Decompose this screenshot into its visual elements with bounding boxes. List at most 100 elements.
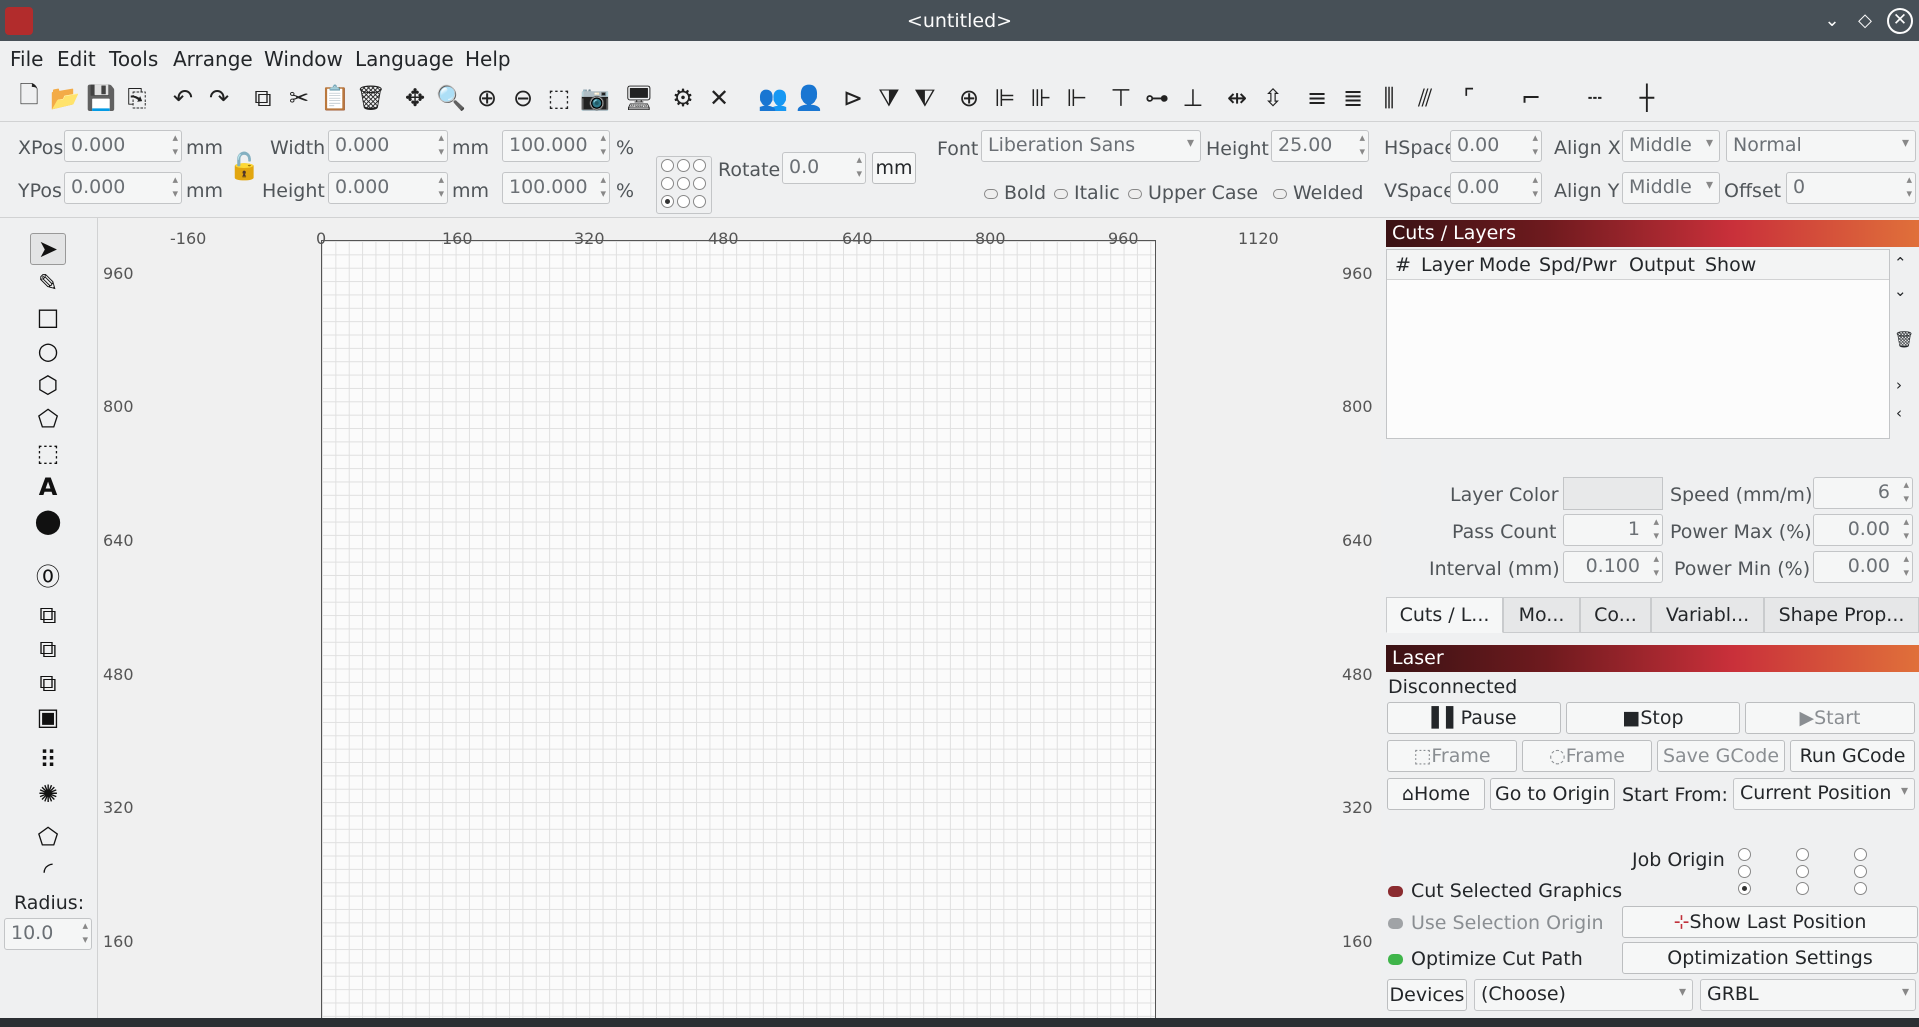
group-icon[interactable]: 👥 bbox=[756, 81, 790, 115]
save-icon[interactable]: 💾 bbox=[84, 81, 118, 115]
node-edit-icon[interactable]: ⬠ bbox=[30, 821, 66, 853]
use-selection-origin-toggle[interactable]: Use Selection Origin bbox=[1388, 912, 1604, 934]
upper-case-toggle[interactable]: Upper Case bbox=[1128, 182, 1258, 204]
dist-v3-icon[interactable]: ⫻ bbox=[1408, 81, 1442, 115]
width-input[interactable]: 0.000 bbox=[328, 130, 448, 162]
save-gcode-button[interactable]: Save GCode bbox=[1657, 740, 1785, 772]
rectangle-icon[interactable]: □ bbox=[30, 301, 66, 333]
export-icon[interactable]: ⎘ bbox=[120, 81, 154, 115]
scale-width-input[interactable]: 100.000 bbox=[502, 130, 610, 162]
alignx-select[interactable]: Middle bbox=[1622, 130, 1720, 162]
power-max-input[interactable]: 0.00 bbox=[1813, 514, 1913, 546]
move-layer-down-icon[interactable]: ⌄ bbox=[1894, 282, 1907, 300]
align-left-icon[interactable]: ⊫ bbox=[988, 81, 1022, 115]
pentagon-icon[interactable]: ⬠ bbox=[30, 403, 66, 435]
lock-icon[interactable]: 🔓 bbox=[228, 152, 260, 182]
bold-toggle[interactable]: Bold bbox=[984, 182, 1046, 204]
home-button[interactable]: ⌂Home bbox=[1387, 778, 1485, 810]
start-button[interactable]: ▶Start bbox=[1745, 702, 1915, 734]
offset-icon[interactable]: ⓪ bbox=[30, 558, 66, 591]
collapse-left-icon[interactable]: ‹ bbox=[1896, 404, 1902, 422]
camera-icon[interactable]: 📷 bbox=[578, 81, 612, 115]
zoom-out-icon[interactable]: ⊖ bbox=[506, 81, 540, 115]
menu-arrange[interactable]: Arrange bbox=[173, 47, 253, 71]
frame-circle-button[interactable]: ◌Frame bbox=[1522, 740, 1652, 772]
xpos-input[interactable]: 0.000 bbox=[64, 130, 182, 162]
position-marker-icon[interactable]: ⬤ bbox=[30, 505, 66, 537]
tab-shape-properties[interactable]: Shape Prop... bbox=[1764, 597, 1919, 633]
show-last-position-button[interactable]: ⊹Show Last Position bbox=[1622, 906, 1918, 938]
text-style-select[interactable]: Normal bbox=[1726, 130, 1916, 162]
ypos-input[interactable]: 0.000 bbox=[64, 172, 182, 204]
rotate-unit-button[interactable]: mm bbox=[872, 152, 916, 184]
menu-file[interactable]: File bbox=[10, 47, 43, 71]
select-arrow-icon[interactable]: ➤ bbox=[30, 233, 66, 265]
frame-icon[interactable]: ⬚ bbox=[30, 437, 66, 469]
menu-help[interactable]: Help bbox=[465, 47, 511, 71]
expand-right-icon[interactable]: › bbox=[1896, 376, 1902, 394]
boolean-diff-icon[interactable]: ⧉ bbox=[30, 633, 66, 665]
device-select[interactable]: (Choose) bbox=[1474, 979, 1693, 1011]
corner-round-icon[interactable]: ◜ bbox=[30, 855, 66, 887]
new-file-icon[interactable]: 🗋 bbox=[12, 81, 46, 115]
corner-icon[interactable]: ⌜ bbox=[1452, 81, 1486, 115]
font-select[interactable]: Liberation Sans bbox=[981, 130, 1201, 162]
optimization-settings-button[interactable]: Optimization Settings bbox=[1622, 942, 1918, 974]
italic-toggle[interactable]: Italic bbox=[1054, 182, 1120, 204]
dist-h2-icon[interactable]: ≡ bbox=[1300, 81, 1334, 115]
delete-icon[interactable]: 🗑 bbox=[354, 81, 388, 115]
run-gcode-button[interactable]: Run GCode bbox=[1790, 740, 1915, 772]
layer-color-swatch[interactable] bbox=[1563, 477, 1663, 510]
menu-language[interactable]: Language bbox=[355, 47, 454, 71]
menu-tools[interactable]: Tools bbox=[109, 47, 158, 71]
align-bottom-icon[interactable]: ⊥ bbox=[1176, 81, 1210, 115]
settings-icon[interactable]: ⚙ bbox=[666, 81, 700, 115]
minimize-icon[interactable]: ⌄ bbox=[1819, 8, 1845, 34]
work-area-grid[interactable] bbox=[321, 240, 1156, 1018]
text-icon[interactable]: A bbox=[30, 471, 66, 503]
dist-v2-icon[interactable]: ≣ bbox=[1336, 81, 1370, 115]
anchor-grid[interactable] bbox=[656, 156, 712, 214]
devices-button[interactable]: Devices bbox=[1387, 979, 1467, 1011]
boolean-union-icon[interactable]: ⧉ bbox=[30, 599, 66, 631]
cut-selected-graphics-toggle[interactable]: Cut Selected Graphics bbox=[1388, 880, 1622, 902]
dist-v-icon[interactable]: ⇳ bbox=[1256, 81, 1290, 115]
crosshair-icon[interactable]: ┼ bbox=[1630, 81, 1664, 115]
tab-cuts-layers[interactable]: Cuts / L... bbox=[1386, 597, 1503, 633]
frame-button[interactable]: ⬚Frame bbox=[1387, 740, 1517, 772]
hspace-input[interactable]: 0.00 bbox=[1450, 130, 1542, 162]
tools-icon[interactable]: ✕ bbox=[702, 81, 736, 115]
move-icon[interactable]: ✥ bbox=[398, 81, 432, 115]
paste-icon[interactable]: 📋 bbox=[318, 81, 352, 115]
menu-window[interactable]: Window bbox=[264, 47, 343, 71]
start-from-select[interactable]: Current Position bbox=[1733, 778, 1915, 810]
tab-variable-text[interactable]: Variabl... bbox=[1651, 597, 1764, 633]
mirror-v-icon[interactable]: ⧩ bbox=[872, 81, 906, 115]
weld-icon[interactable]: ▣ bbox=[30, 701, 66, 733]
align-right-icon[interactable]: ⊩ bbox=[1060, 81, 1094, 115]
mirror-h-icon[interactable]: ⊳ bbox=[836, 81, 870, 115]
job-origin-grid[interactable] bbox=[1738, 848, 1868, 900]
dotted-icon[interactable]: ┄ bbox=[1578, 81, 1612, 115]
layers-table[interactable]: # Layer Mode Spd/Pwr Output Show bbox=[1386, 249, 1890, 439]
step-icon[interactable]: ⌐ bbox=[1514, 81, 1548, 115]
align-top-icon[interactable]: ⊤ bbox=[1104, 81, 1138, 115]
ungroup-icon[interactable]: 👤 bbox=[792, 81, 826, 115]
optimize-cut-path-toggle[interactable]: Optimize Cut Path bbox=[1388, 948, 1583, 970]
dist-h3-icon[interactable]: ⫼ bbox=[1372, 81, 1406, 115]
tab-move[interactable]: Mo... bbox=[1503, 597, 1580, 633]
power-min-input[interactable]: 0.00 bbox=[1813, 551, 1913, 583]
copy-icon[interactable]: ⧉ bbox=[246, 81, 280, 115]
circle-icon[interactable]: ○ bbox=[30, 335, 66, 367]
interval-input[interactable]: 0.100 bbox=[1563, 551, 1663, 583]
redo-icon[interactable]: ↷ bbox=[202, 81, 236, 115]
tab-console[interactable]: Co... bbox=[1580, 597, 1651, 633]
scale-height-input[interactable]: 100.000 bbox=[502, 172, 610, 204]
speed-input[interactable]: 6 bbox=[1813, 477, 1913, 509]
dist-h-icon[interactable]: ⇹ bbox=[1220, 81, 1254, 115]
zoom-in-icon[interactable]: ⊕ bbox=[470, 81, 504, 115]
stop-button[interactable]: ■Stop bbox=[1566, 702, 1740, 734]
controller-select[interactable]: GRBL bbox=[1700, 979, 1916, 1011]
offset-input[interactable]: 0 bbox=[1786, 172, 1916, 204]
pen-icon[interactable]: ✎ bbox=[30, 267, 66, 299]
